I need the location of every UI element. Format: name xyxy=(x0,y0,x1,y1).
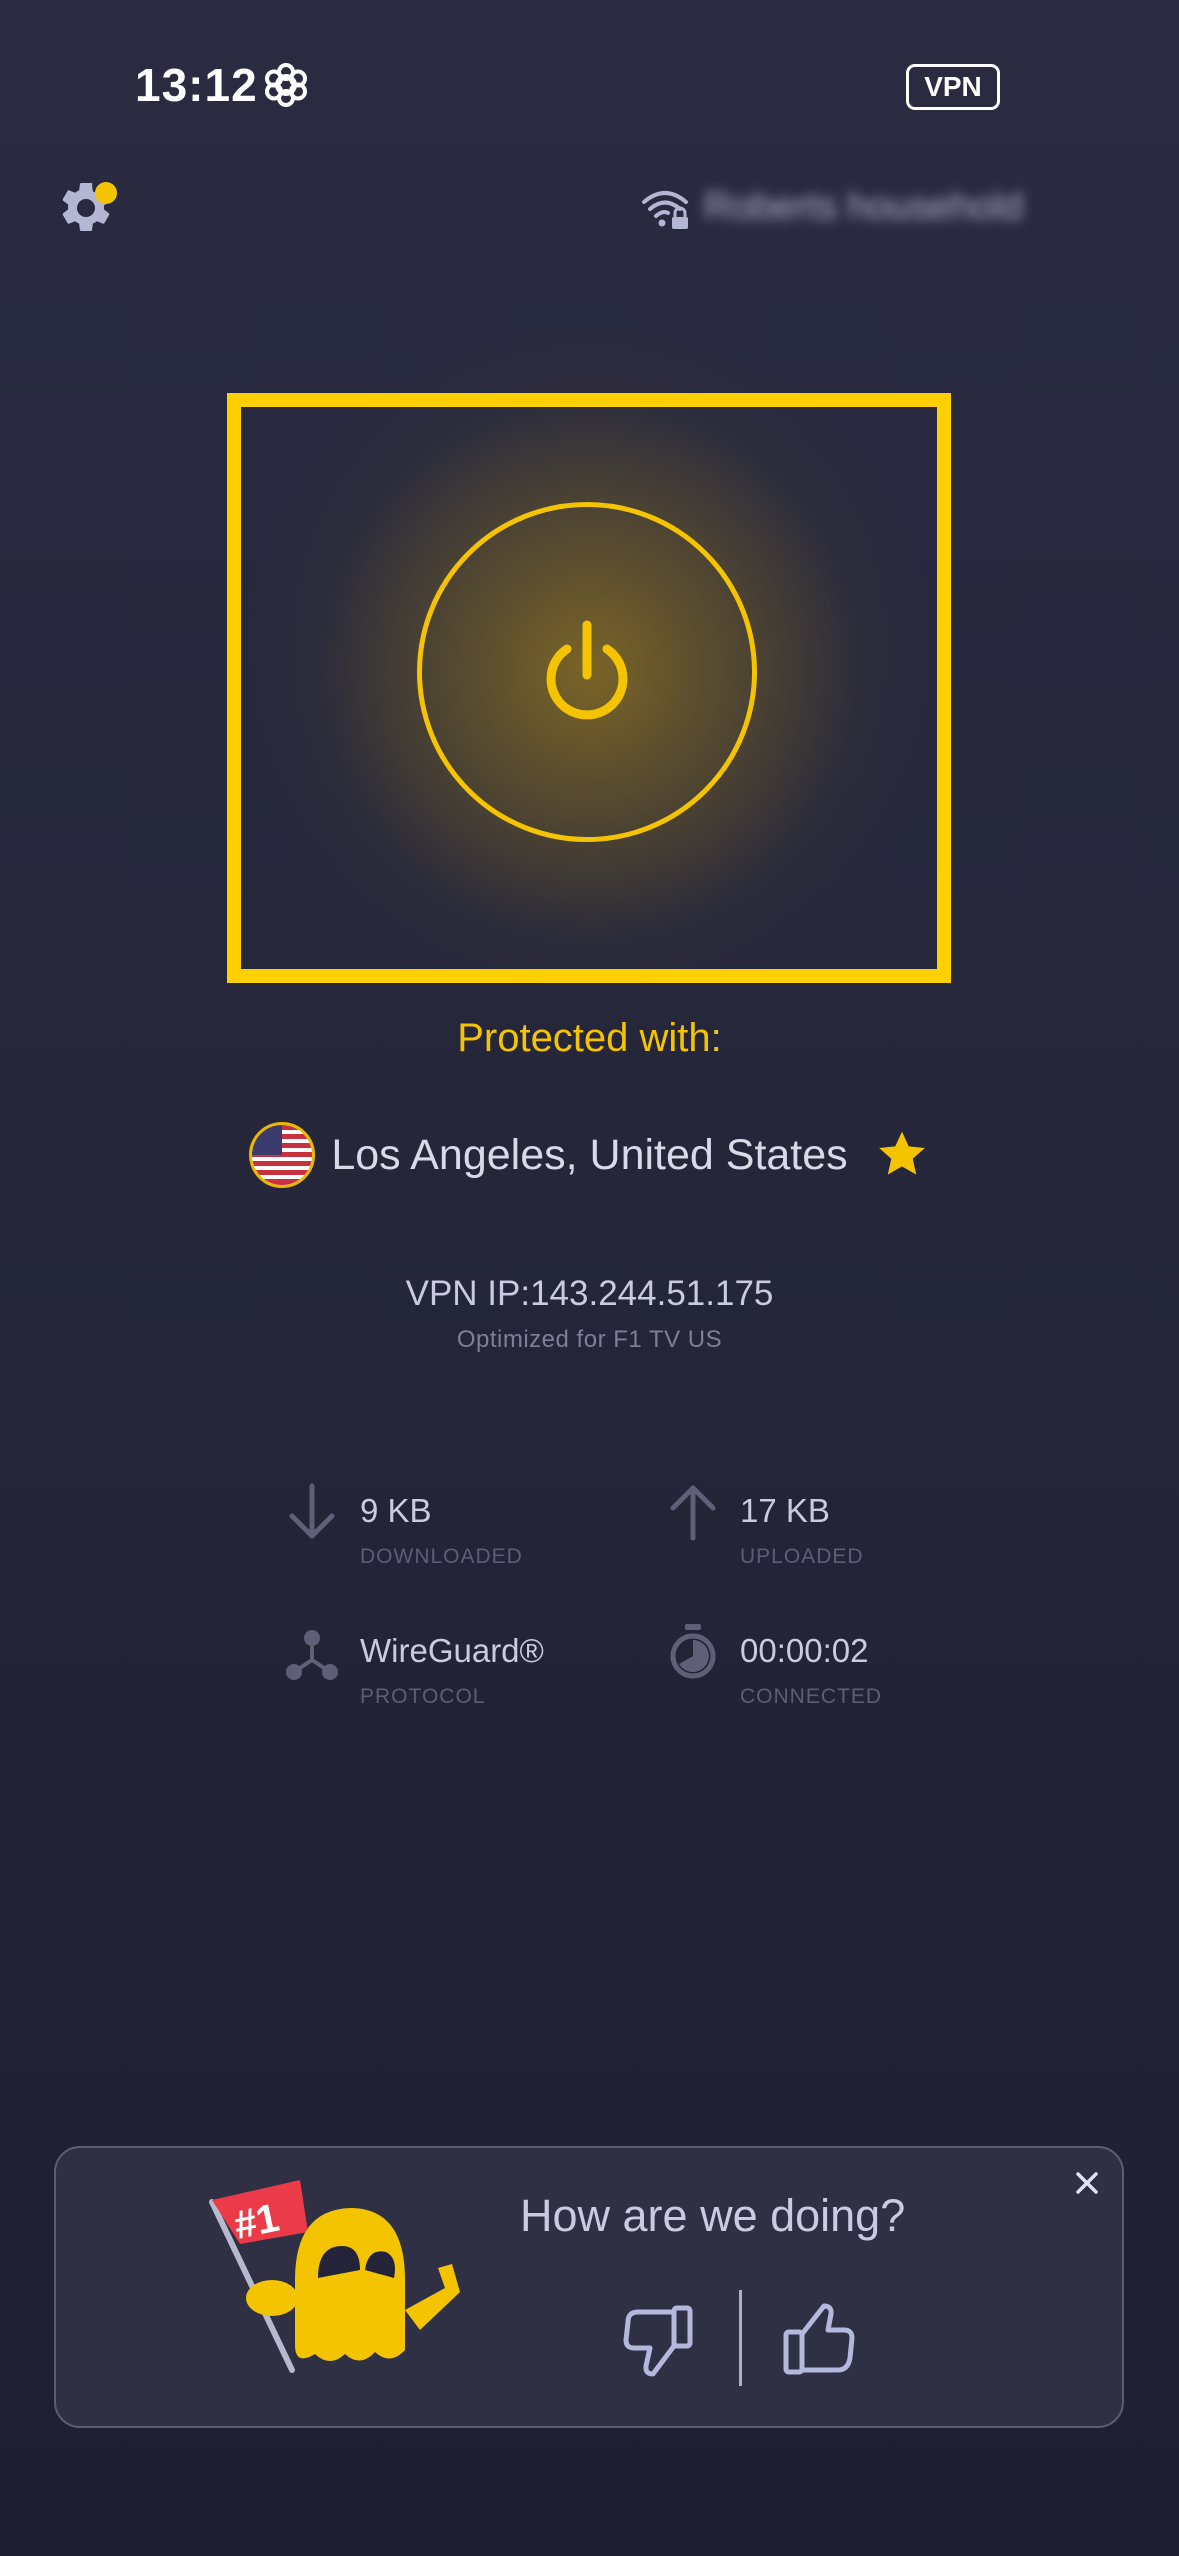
connected-time-value: 00:00:02 xyxy=(740,1632,869,1669)
wifi-lock-icon xyxy=(642,191,688,229)
connected-time-label: CONNECTED xyxy=(740,1685,883,1708)
thumbs-down-icon[interactable] xyxy=(620,2300,700,2380)
vpn-status-badge: VPN xyxy=(906,64,1000,110)
downloaded-label: DOWNLOADED xyxy=(360,1545,523,1568)
protocol-label: PROTOCOL xyxy=(360,1685,486,1708)
power-icon[interactable] xyxy=(537,617,637,727)
mascot-badge-text: #1 xyxy=(230,2196,283,2248)
vpn-ip-address: VPN IP:143.244.51.175 xyxy=(405,1274,774,1313)
protocol-value: WireGuard® xyxy=(360,1632,544,1669)
us-flag-icon xyxy=(249,1122,316,1188)
status-flower-icon xyxy=(265,63,307,107)
feedback-question: How are we doing? xyxy=(520,2190,906,2241)
wifi-network-name: Roberts household xyxy=(704,186,1023,228)
uploaded-value: 17 KB xyxy=(740,1492,830,1529)
download-arrow-icon xyxy=(289,1483,335,1539)
notification-dot xyxy=(95,182,117,204)
upload-arrow-icon xyxy=(670,1485,716,1541)
optimized-for-label: Optimized for F1 TV US xyxy=(456,1326,723,1353)
server-location-row[interactable]: Los Angeles, United States xyxy=(0,1122,1179,1188)
feedback-divider xyxy=(739,2290,742,2386)
timer-icon xyxy=(670,1624,716,1679)
uploaded-label: UPLOADED xyxy=(740,1545,864,1568)
thumbs-up-icon[interactable] xyxy=(778,2300,858,2380)
close-icon[interactable] xyxy=(1072,2168,1102,2198)
protocol-icon xyxy=(286,1630,338,1680)
server-location[interactable]: Los Angeles, United States xyxy=(331,1131,847,1180)
connection-status-label: Protected with: xyxy=(457,1016,722,1060)
downloaded-value: 9 KB xyxy=(360,1492,432,1529)
mascot-illustration: #1 xyxy=(209,2180,460,2373)
status-time: 13:12 xyxy=(135,59,258,111)
favorite-star-icon[interactable] xyxy=(874,1127,930,1183)
